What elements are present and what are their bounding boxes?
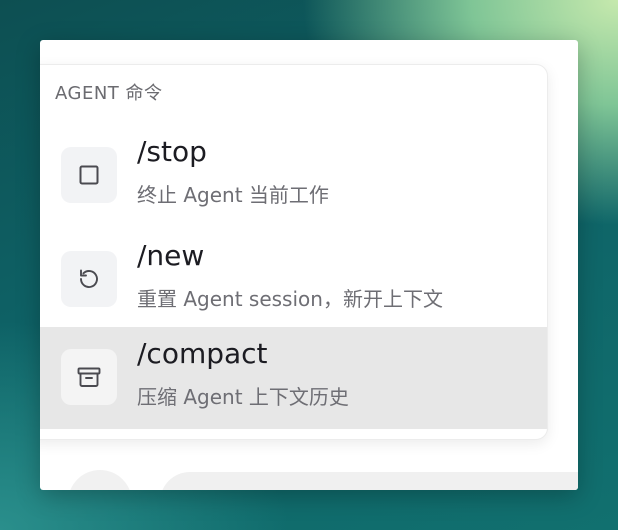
command-name: /new bbox=[137, 239, 205, 272]
command-item-new[interactable]: /new 重置 Agent session，新开上下文 bbox=[40, 229, 547, 331]
command-description: 重置 Agent session，新开上下文 bbox=[137, 287, 443, 311]
chat-window: AGENT 命令 /stop 终止 Agent 当前工作 /new 重置 Age… bbox=[40, 40, 578, 490]
composer-input[interactable] bbox=[160, 472, 578, 490]
command-menu: AGENT 命令 /stop 终止 Agent 当前工作 /new 重置 Age… bbox=[40, 64, 548, 440]
command-name: /compact bbox=[137, 337, 268, 370]
menu-header: AGENT 命令 bbox=[55, 83, 163, 104]
square-stop-icon bbox=[61, 147, 117, 203]
archive-icon bbox=[61, 349, 117, 405]
rotate-ccw-icon bbox=[61, 251, 117, 307]
composer-button[interactable] bbox=[68, 470, 132, 490]
command-item-stop[interactable]: /stop 终止 Agent 当前工作 bbox=[40, 125, 547, 227]
command-item-compact[interactable]: /compact 压缩 Agent 上下文历史 bbox=[40, 327, 547, 429]
command-name: /stop bbox=[137, 135, 207, 168]
command-description: 终止 Agent 当前工作 bbox=[137, 183, 329, 207]
command-description: 压缩 Agent 上下文历史 bbox=[137, 385, 349, 409]
